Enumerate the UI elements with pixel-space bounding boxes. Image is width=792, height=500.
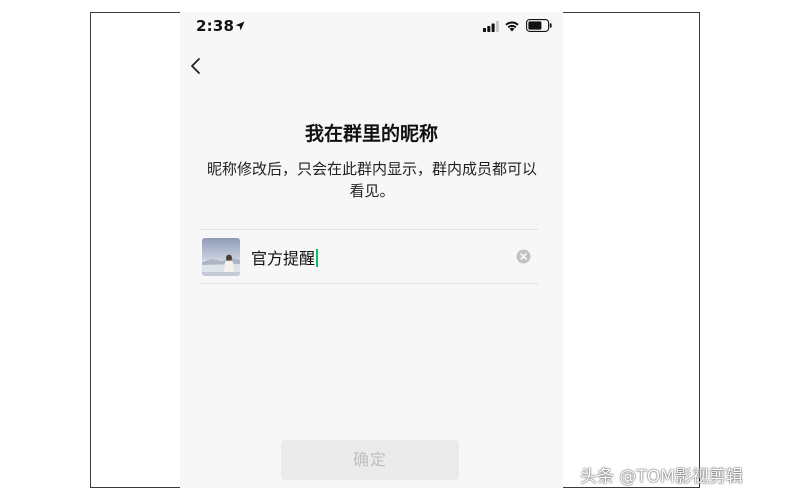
wifi-icon [505, 21, 519, 32]
phone-screen: 2:38 我在群里的昵称 昵称修改后，只会在此群内显示，群内成员都可以看见。 官… [180, 12, 563, 488]
clear-icon[interactable] [516, 249, 531, 264]
page-title: 我在群里的昵称 [304, 123, 438, 145]
avatar [202, 238, 240, 276]
signal-icon [483, 21, 499, 32]
location-arrow-icon [235, 21, 245, 31]
watermark: 头条 @TOM影视剪辑 [580, 467, 743, 487]
avatar-photo [202, 238, 240, 276]
confirm-button[interactable]: 确定 [281, 440, 459, 480]
nickname-row: 官方提醒 [200, 229, 538, 284]
back-chevron-icon[interactable] [184, 54, 208, 78]
page-subtitle: 昵称修改后，只会在此群内显示，群内成员都可以看见。 [206, 160, 537, 200]
battery-icon [526, 19, 552, 32]
status-bar: 2:38 [180, 12, 563, 42]
status-time: 2:38 [196, 17, 235, 35]
nickname-input[interactable] [251, 243, 491, 269]
